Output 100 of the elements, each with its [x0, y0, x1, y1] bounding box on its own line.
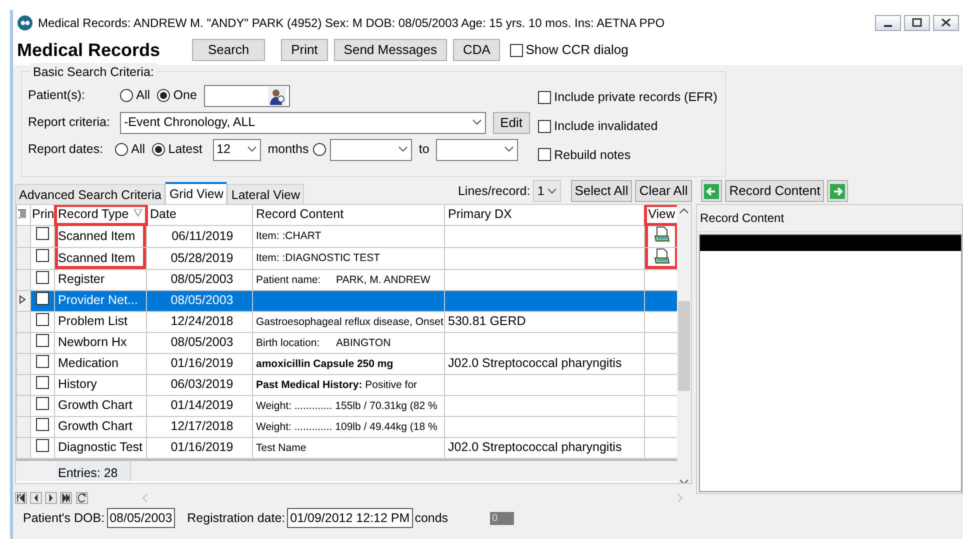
print-checkbox[interactable]: [36, 396, 49, 410]
date-from-dropdown[interactable]: [330, 138, 412, 160]
table-cell: 06/11/2019: [146, 225, 252, 247]
edit-button[interactable]: Edit: [493, 112, 530, 134]
last-record-button[interactable]: [60, 492, 72, 504]
record-content-button[interactable]: Record Content: [725, 180, 824, 202]
table-cell: 01/16/2019: [146, 353, 252, 374]
app-logo-icon: [17, 14, 33, 30]
patient-search-icon: [268, 86, 286, 104]
print-checkbox[interactable]: [36, 376, 49, 388]
table-cell-text: Patient name:: [256, 272, 322, 288]
print-checkbox[interactable]: [36, 227, 49, 240]
table-cell: PARK, M. ANDREW: [336, 274, 430, 286]
checkbox[interactable]: [538, 120, 551, 133]
next-record-button[interactable]: [45, 492, 58, 504]
field-label: Patient's DOB:: [23, 510, 105, 527]
table-cell: 12/17/2018: [146, 416, 252, 437]
table-cell: Scanned Item: [54, 247, 146, 269]
toolbar-button[interactable]: Search: [192, 39, 266, 61]
print-checkbox[interactable]: [36, 418, 49, 430]
previous-button[interactable]: [701, 180, 722, 202]
patient-field[interactable]: [204, 84, 290, 106]
toolbar-button[interactable]: Print: [281, 39, 328, 61]
minimize-button[interactable]: [874, 14, 901, 30]
next-button[interactable]: [827, 180, 848, 202]
tab[interactable]: Grid View: [165, 182, 228, 204]
column-header[interactable]: View: [644, 205, 678, 225]
table-cell: J02.0 Streptococcal pharyngitis: [444, 437, 644, 458]
field-label: Report dates:: [28, 141, 104, 158]
column-header[interactable]: Record Type: [54, 205, 146, 225]
refresh-button[interactable]: [76, 492, 88, 504]
tab[interactable]: Advanced Search Criteria: [15, 184, 166, 204]
refresh-icon: [76, 492, 86, 504]
date-to-dropdown[interactable]: [436, 138, 518, 160]
document-view-icon[interactable]: [654, 226, 670, 242]
print-checkbox[interactable]: [36, 354, 49, 368]
radio-button[interactable]: [152, 143, 166, 156]
filter-icon: [134, 209, 142, 217]
field-label: Patient(s):: [28, 87, 86, 104]
dob-field: 08/05/2003: [106, 508, 176, 528]
print-checkbox[interactable]: [36, 292, 49, 304]
vertical-scrollbar[interactable]: [677, 205, 691, 483]
window-title: Medical Records: ANDREW M. "ANDY" PARK (4952) Sex: M DOB: 08/05/2003 Age: 15 yrs. 10 mos. Ins: AETNA PPO: [38, 14, 666, 32]
table-cell: Test Name: [256, 442, 306, 454]
field-label: to: [418, 141, 430, 158]
print-checkbox[interactable]: [36, 334, 49, 346]
table-cell: Gastroesophageal reflux disease, Onset: [256, 316, 444, 328]
column-header[interactable]: Date: [146, 205, 252, 225]
close-button[interactable]: [933, 14, 959, 30]
last-record-icon: [61, 492, 72, 504]
checkbox[interactable]: [510, 44, 523, 56]
document-view-icon[interactable]: [654, 248, 670, 264]
table-cell: 05/28/2019: [146, 247, 252, 269]
print-checkbox[interactable]: [36, 249, 49, 262]
table-cell: J02.0 Streptococcal pharyngitis: [444, 353, 644, 374]
table-cell: 08/05/2003: [146, 269, 252, 290]
radio-label: Latest: [168, 141, 202, 158]
radio-label: All: [136, 87, 150, 104]
table-cell: 08/05/2003: [146, 332, 252, 353]
maximize-button[interactable]: [904, 14, 930, 30]
radio-button[interactable]: [115, 143, 128, 156]
checkbox[interactable]: [538, 90, 551, 104]
radio-button[interactable]: [157, 89, 170, 102]
radio-button[interactable]: [312, 143, 326, 156]
radio-label: One: [173, 87, 197, 104]
print-checkbox[interactable]: [36, 270, 49, 284]
table-cell: Item: :CHART: [256, 230, 322, 242]
print-checkbox[interactable]: [36, 438, 49, 452]
counter-display: 0: [490, 512, 514, 524]
table-cell: Past Medical History: Positive for: [256, 378, 418, 390]
checkbox[interactable]: [538, 148, 551, 162]
table-cell: 08/05/2003: [146, 290, 252, 311]
radio-button[interactable]: [120, 89, 133, 102]
close-icon: [941, 18, 951, 27]
toolbar-button[interactable]: Send Messages: [334, 39, 448, 61]
column-header[interactable]: Record Content: [252, 205, 444, 225]
field-label: Lines/record:: [458, 182, 530, 200]
column-chooser-icon: [18, 209, 26, 218]
report-criteria-dropdown[interactable]: -Event Chronology, ALL: [120, 112, 486, 134]
select-all-button[interactable]: Select All: [570, 180, 632, 202]
lines-dropdown[interactable]: 1: [533, 180, 562, 202]
table-cell: Provider Net...: [54, 290, 146, 311]
months-dropdown[interactable]: 12: [212, 138, 261, 160]
caret-icon: [547, 188, 558, 194]
clear-all-button[interactable]: Clear All: [635, 180, 692, 202]
tab[interactable]: Lateral View: [227, 184, 304, 204]
first-record-button[interactable]: [15, 492, 27, 504]
entries-count: Entries: 28: [56, 460, 131, 480]
checkbox-label: Include private records (EFR): [554, 89, 718, 106]
table-cell: 530.81 GERD: [444, 311, 644, 332]
caret-icon: [398, 146, 408, 153]
table-cell: Weight: ............. 155lb / 70.31kg (82 %: [256, 400, 438, 412]
previous-record-button[interactable]: [30, 492, 42, 504]
toolbar-button[interactable]: CDA: [453, 39, 500, 61]
table-cell: Scanned Item: [54, 225, 146, 247]
table-cell: amoxicillin Capsule 250 mg: [256, 358, 394, 370]
table-cell: 01/16/2019: [146, 437, 252, 458]
table-cell: Diagnostic Test: [54, 437, 146, 458]
page-title: Medical Records: [17, 38, 160, 62]
print-checkbox[interactable]: [36, 312, 49, 326]
